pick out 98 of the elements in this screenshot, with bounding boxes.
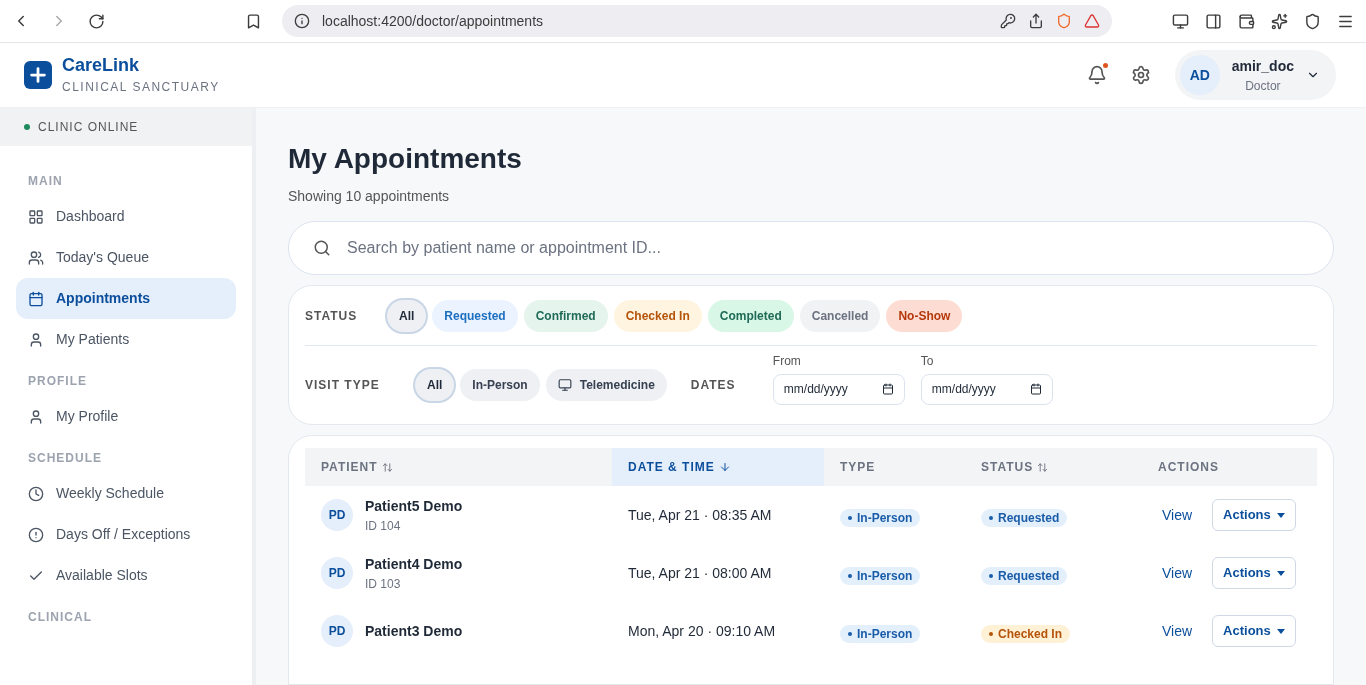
sidebar-icon[interactable] (1205, 12, 1222, 30)
status-filter-label: STATUS (305, 307, 359, 325)
page-subtitle: Showing 10 appointments (288, 187, 451, 206)
patient-avatar: PD (321, 615, 353, 647)
patient-name: Patient3 Demo (365, 621, 463, 641)
view-link[interactable]: View (1162, 562, 1193, 584)
sort-icon (381, 461, 393, 473)
status-badge: Checked In (981, 625, 1071, 643)
dates-label: DATES (690, 377, 737, 394)
status-filter-chip[interactable]: Requested (432, 299, 518, 332)
user-avatar: AD (1179, 55, 1220, 95)
sidebar-section-title: CLINICAL (27, 609, 93, 626)
sidebar-item[interactable]: Today's Queue (16, 237, 236, 278)
view-link[interactable]: View (1162, 504, 1193, 526)
calendar-icon (1029, 383, 1042, 395)
status-filter-chip[interactable]: Confirmed (523, 299, 608, 332)
calendar-icon (28, 290, 44, 307)
type-badge: In-Person (840, 509, 921, 527)
status-filter-chip[interactable]: Cancelled (799, 299, 881, 332)
screen-icon[interactable] (1172, 12, 1189, 30)
visit-type-label: VISIT TYPE (305, 377, 381, 394)
patient-avatar: PD (321, 557, 353, 589)
appointment-datetime: Tue, Apr 21 · 08:35 AM (627, 505, 773, 525)
patient-id: ID 103 (365, 575, 402, 593)
sidebar-section-title: SCHEDULE (27, 450, 103, 467)
status-filter-chip[interactable]: No-Show (886, 299, 963, 332)
sidebar-item[interactable]: My Profile (16, 396, 236, 437)
clinic-status: CLINIC ONLINE (38, 119, 139, 136)
type-badge: In-Person (840, 567, 921, 585)
key-icon[interactable] (1000, 13, 1016, 29)
visit-type-chip[interactable]: Telemedicine (545, 369, 667, 401)
sidebar-section-title: MAIN (27, 173, 64, 190)
sidebar-section-title: PROFILE (27, 373, 88, 390)
column-header[interactable]: TYPE (824, 448, 965, 486)
alert-circle-icon (28, 526, 44, 543)
actions-button[interactable]: Actions (1212, 499, 1296, 531)
sort-down-icon (718, 461, 731, 473)
date-label: From (772, 352, 802, 370)
url-text: localhost:4200/doctor/appointments (322, 11, 545, 31)
patient-avatar: PD (321, 499, 353, 531)
status-filter-chip[interactable]: Checked In (613, 299, 702, 332)
column-header[interactable]: PATIENT (305, 448, 612, 486)
users-icon (28, 249, 44, 266)
search-input[interactable]: Search by patient name or appointment ID... (347, 236, 1309, 260)
search-icon (313, 239, 331, 257)
settings-icon[interactable] (1130, 65, 1151, 85)
wallet-icon[interactable] (1238, 12, 1255, 30)
status-badge: Requested (981, 567, 1068, 585)
triangle-icon[interactable] (1084, 13, 1100, 29)
patient-name: Patient5 Demo (365, 496, 463, 516)
bookmark-icon[interactable] (245, 12, 262, 30)
grid-icon (28, 208, 44, 225)
sort-icon (1037, 461, 1049, 473)
reload-icon[interactable] (88, 12, 105, 30)
sidebar-item[interactable]: Available Slots (16, 555, 236, 596)
brand-tagline: CLINICAL SANCTUARY (62, 79, 220, 96)
actions-button[interactable]: Actions (1212, 557, 1296, 589)
patient-id: ID 104 (365, 517, 402, 535)
status-filter-chip[interactable]: All (387, 299, 427, 332)
search-field[interactable]: Search by patient name or appointment ID... (288, 221, 1334, 275)
user-icon (28, 408, 44, 425)
type-badge: In-Person (840, 625, 921, 643)
patient-name: Patient4 Demo (365, 554, 463, 574)
brand-name: CareLink (62, 54, 141, 76)
column-header[interactable]: STATUS (965, 448, 1142, 486)
date-field[interactable]: mm/dd/yyyy (772, 373, 905, 405)
notification-button[interactable] (1086, 65, 1107, 85)
appointment-datetime: Tue, Apr 21 · 08:00 AM (627, 563, 773, 583)
shield-icon[interactable] (1304, 12, 1321, 30)
calendar-icon (881, 383, 894, 395)
page-title: My Appointments (288, 142, 523, 176)
user-name: amir_doc (1231, 56, 1294, 76)
sparkles-icon[interactable] (1271, 12, 1288, 30)
status-badge: Requested (981, 509, 1068, 527)
status-filter-chip[interactable]: Completed (707, 299, 794, 332)
user-menu[interactable]: AD amir_doc Doctor (1174, 50, 1336, 100)
date-field[interactable]: mm/dd/yyyy (920, 373, 1053, 405)
appointment-datetime: Mon, Apr 20 · 09:10 AM (627, 621, 777, 641)
column-header[interactable]: DATE & TIME (612, 448, 824, 486)
sidebar-item[interactable]: My Patients (16, 319, 236, 360)
share-icon[interactable] (1028, 13, 1044, 29)
sidebar-item[interactable]: Dashboard (16, 196, 236, 237)
visit-type-chip[interactable]: In-Person (460, 369, 540, 401)
clock-icon (28, 485, 44, 502)
sidebar-item[interactable]: Appointments (16, 278, 236, 319)
visit-type-chip[interactable]: All (415, 369, 455, 401)
info-icon[interactable] (294, 13, 310, 29)
monitor-icon (557, 378, 572, 392)
column-header[interactable]: ACTIONS (1142, 448, 1317, 486)
user-role: Doctor (1245, 77, 1281, 95)
date-label: To (920, 352, 935, 370)
address-bar[interactable]: localhost:4200/doctor/appointments (282, 5, 1112, 37)
view-link[interactable]: View (1162, 620, 1193, 642)
user-icon (28, 331, 44, 348)
logo-icon (24, 61, 52, 89)
actions-button[interactable]: Actions (1212, 615, 1296, 647)
sidebar-item[interactable]: Days Off / Exceptions (16, 514, 236, 555)
sidebar-item[interactable]: Weekly Schedule (16, 473, 236, 514)
